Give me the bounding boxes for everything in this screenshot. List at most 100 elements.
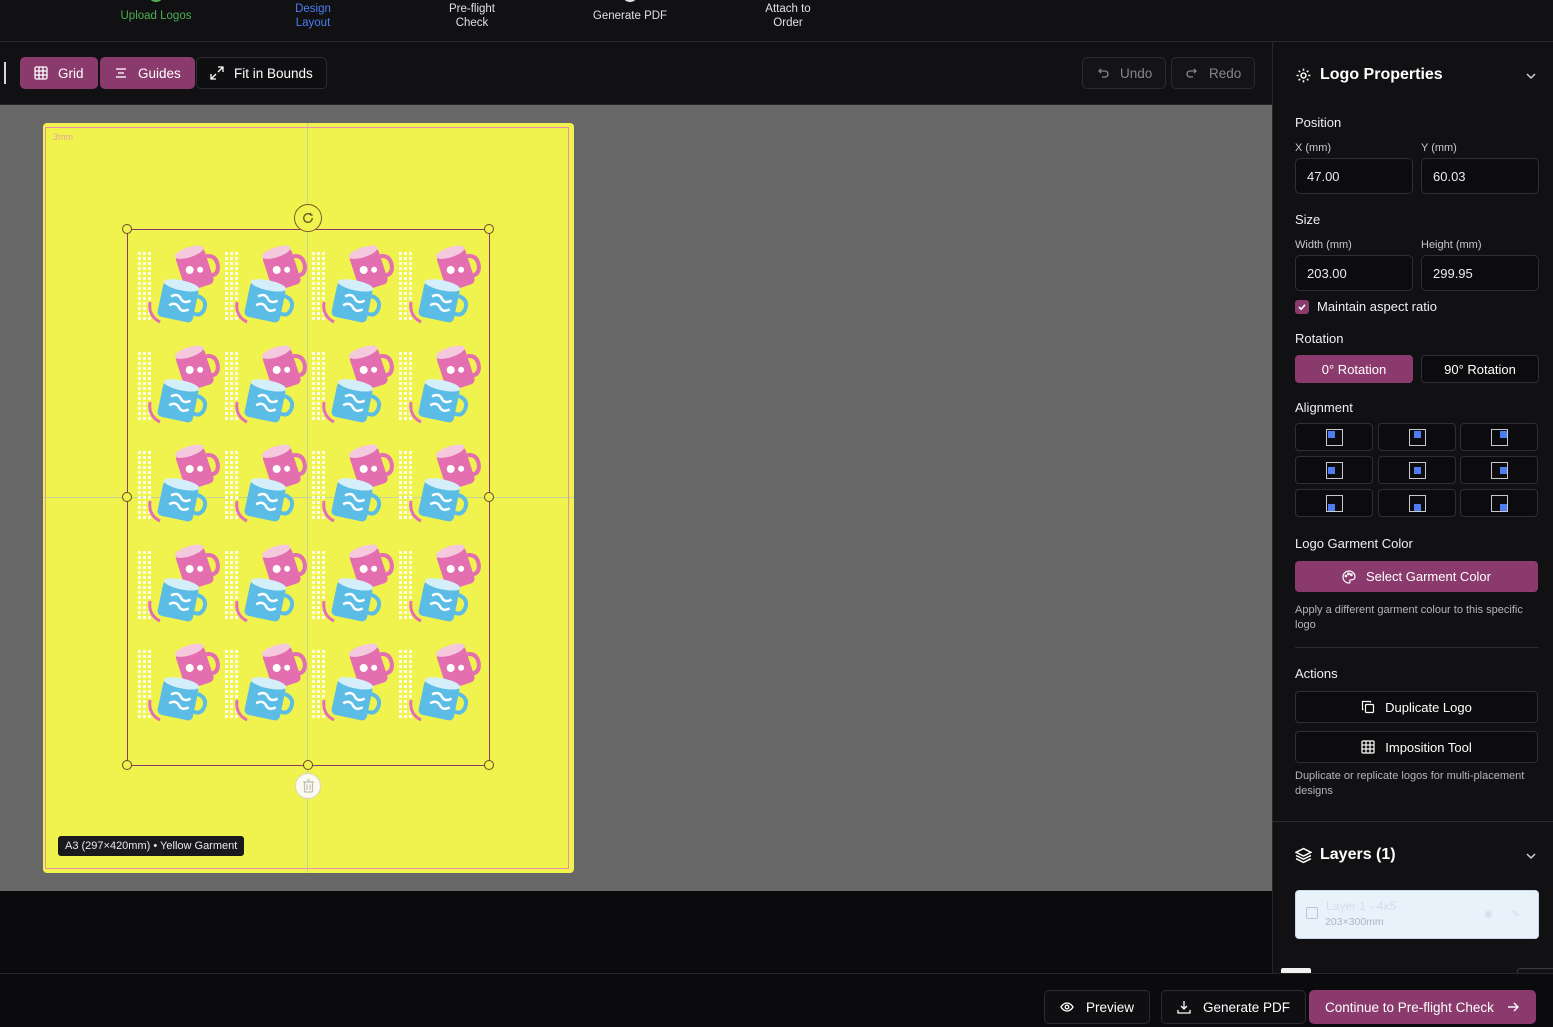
- delete-logo-button[interactable]: [295, 773, 321, 799]
- redo-label: Redo: [1209, 65, 1242, 81]
- align-middle-right-button[interactable]: [1460, 456, 1538, 484]
- align-middle-center-button[interactable]: [1378, 456, 1456, 484]
- align-middle-left-button[interactable]: [1295, 456, 1373, 484]
- align-indicator: [1500, 431, 1507, 438]
- duplicate-logo-label: Duplicate Logo: [1385, 699, 1472, 715]
- align-middle-left-icon: [1326, 462, 1343, 479]
- guides-toggle-button[interactable]: Guides: [100, 57, 195, 89]
- properties-panel: Logo Properties Position X (mm) Y (mm) 4…: [1272, 42, 1553, 973]
- panel-title: Logo Properties: [1320, 66, 1443, 83]
- resize-handle-middle-left[interactable]: [122, 492, 132, 502]
- fit-button-label: Fit in Bounds: [234, 65, 313, 81]
- select-garment-color-button[interactable]: Select Garment Color: [1295, 561, 1538, 592]
- preview-label: Preview: [1086, 999, 1135, 1015]
- layer-name: Layer 1 - 4x5: [1326, 899, 1397, 913]
- preview-button[interactable]: Preview: [1044, 990, 1151, 1024]
- align-indicator: [1414, 504, 1421, 511]
- align-bottom-left-icon: [1326, 495, 1343, 512]
- align-indicator: [1414, 431, 1421, 438]
- align-top-left-button[interactable]: [1295, 423, 1373, 451]
- chevron-down-icon[interactable]: [1525, 70, 1537, 85]
- step-upload-logos[interactable]: Upload Logos: [101, 0, 211, 23]
- step-generate-pdf[interactable]: Generate PDF: [575, 0, 685, 23]
- layers-header[interactable]: Layers (1): [1295, 846, 1396, 864]
- layers-title: Layers (1): [1320, 846, 1396, 863]
- maintain-aspect-checkbox[interactable]: [1295, 300, 1309, 314]
- step-design-layout[interactable]: Design Layout: [258, 0, 368, 30]
- canvas-footer-space: [0, 891, 1272, 973]
- rotation-0-button[interactable]: 0° Rotation: [1295, 355, 1413, 383]
- align-top-center-icon: [1409, 429, 1426, 446]
- garment-color-section-label: Logo Garment Color: [1295, 536, 1413, 551]
- x-position-input[interactable]: 47.00: [1295, 158, 1413, 194]
- align-top-right-icon: [1491, 429, 1508, 446]
- step-attach-to-order[interactable]: Attach to Order: [733, 0, 843, 30]
- image-icon: [1306, 907, 1318, 919]
- align-top-right-button[interactable]: [1460, 423, 1538, 451]
- logo-selection-box[interactable]: [127, 229, 490, 766]
- step-label: Pre-flight Check: [448, 3, 496, 29]
- resize-handle-middle-right[interactable]: [484, 492, 494, 502]
- align-indicator: [1328, 504, 1335, 511]
- width-input[interactable]: 203.00: [1295, 255, 1413, 291]
- align-bottom-center-icon: [1409, 495, 1426, 512]
- step-label: Design Layout: [295, 3, 331, 29]
- align-bottom-center-button[interactable]: [1378, 489, 1456, 517]
- undo-icon: [1098, 68, 1109, 78]
- continue-preflight-button[interactable]: Continue to Pre-flight Check: [1309, 990, 1536, 1024]
- canvas-toolbar: Grid Guides Fit in Bounds Undo Redo: [0, 42, 1272, 105]
- step-pending-indicator: [622, 0, 638, 2]
- redo-icon: [1186, 68, 1197, 78]
- height-input[interactable]: 299.95: [1421, 255, 1539, 291]
- chevron-down-icon[interactable]: [1525, 850, 1537, 865]
- alignment-section-label: Alignment: [1295, 400, 1353, 415]
- guides-icon: [116, 68, 126, 78]
- step-preflight-check[interactable]: Pre-flight Check: [417, 0, 527, 30]
- layer-actions[interactable]: ◉ ✎: [1484, 909, 1528, 920]
- align-bottom-left-button[interactable]: [1295, 489, 1373, 517]
- align-bottom-right-button[interactable]: [1460, 489, 1538, 517]
- layer-item[interactable]: Layer 1 - 4x5 203×300mm ◉ ✎: [1295, 890, 1539, 939]
- garment-color-help: Apply a different garment colour to this…: [1295, 604, 1523, 631]
- rotation-90-button[interactable]: 90° Rotation: [1421, 355, 1539, 383]
- guides-button-label: Guides: [138, 65, 181, 81]
- grid-toggle-button[interactable]: Grid: [20, 57, 98, 89]
- align-top-center-button[interactable]: [1378, 423, 1456, 451]
- step-complete-indicator: [148, 0, 164, 2]
- generate-pdf-label: Generate PDF: [1203, 999, 1291, 1015]
- align-indicator: [1500, 504, 1507, 511]
- align-indicator: [1328, 467, 1335, 474]
- size-section-label: Size: [1295, 212, 1321, 227]
- continue-label: Continue to Pre-flight Check: [1325, 999, 1494, 1015]
- fit-in-bounds-button[interactable]: Fit in Bounds: [196, 57, 327, 89]
- resize-handle-bottom-right[interactable]: [484, 760, 494, 770]
- align-indicator: [1414, 467, 1421, 474]
- undo-button[interactable]: Undo: [1082, 57, 1167, 89]
- align-bottom-right-icon: [1491, 495, 1508, 512]
- redo-button[interactable]: Redo: [1171, 57, 1256, 89]
- resize-handle-top-right[interactable]: [484, 224, 494, 234]
- align-middle-center-icon: [1409, 462, 1426, 479]
- align-indicator: [1500, 467, 1507, 474]
- rotate-handle[interactable]: [294, 204, 322, 232]
- actions-section-label: Actions: [1295, 666, 1338, 681]
- logo-properties-header[interactable]: Logo Properties: [1295, 66, 1443, 84]
- copy-icon: [1362, 700, 1375, 714]
- footer-bar: Preview Generate PDF Continue to Pre-fli…: [0, 973, 1553, 1027]
- generate-pdf-button[interactable]: Generate PDF: [1161, 990, 1307, 1024]
- progress-stepper: Upload Logos Design Layout Pre-flight Ch…: [0, 0, 1553, 42]
- palette-icon: [1342, 569, 1356, 584]
- step-label: Generate PDF: [592, 10, 668, 22]
- duplicate-logo-button[interactable]: Duplicate Logo: [1295, 691, 1538, 723]
- section-divider: [1295, 647, 1539, 648]
- bleed-label: 3mm: [53, 132, 73, 142]
- y-position-input[interactable]: 60.03: [1421, 158, 1539, 194]
- resize-handle-bottom-center[interactable]: [303, 760, 313, 770]
- resize-handle-top-left[interactable]: [122, 224, 132, 234]
- imposition-tool-button[interactable]: Imposition Tool: [1295, 731, 1538, 763]
- align-indicator: [1328, 431, 1335, 438]
- maintain-aspect-label[interactable]: Maintain aspect ratio: [1317, 299, 1437, 314]
- resize-handle-bottom-left[interactable]: [122, 760, 132, 770]
- grid-icon: [1361, 740, 1375, 754]
- expand-icon: [210, 66, 224, 80]
